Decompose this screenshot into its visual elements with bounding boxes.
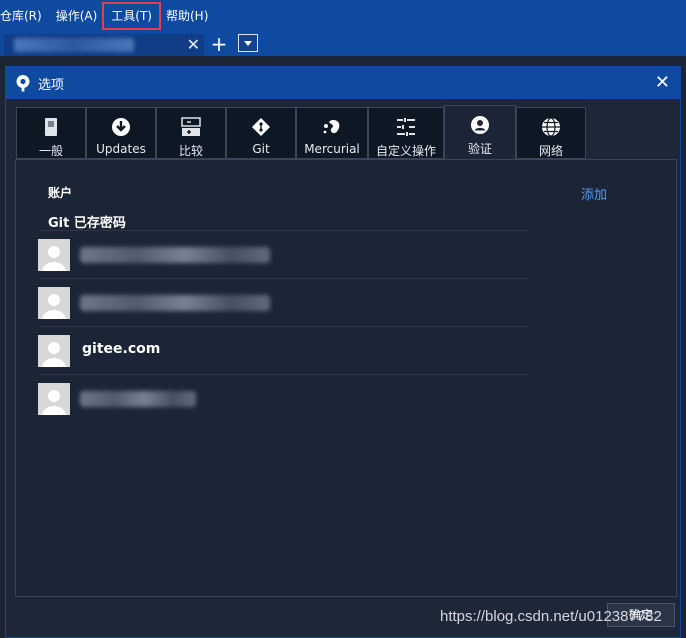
close-tab-icon[interactable]: ✕ (187, 35, 200, 55)
tab-label: Mercurial (304, 142, 360, 156)
sourcetree-logo-icon (14, 74, 32, 92)
tab-network[interactable]: 网络 (516, 107, 586, 159)
menu-tools[interactable]: 工具(T) (102, 2, 161, 30)
new-tab-icon[interactable]: + (208, 32, 230, 56)
add-account-link[interactable]: 添加 (581, 184, 607, 203)
close-icon[interactable]: ✕ (655, 73, 670, 93)
tab-label: 验证 (467, 142, 492, 156)
menu-actions[interactable]: 操作(A) (49, 4, 105, 28)
blurred-credential-name (80, 247, 270, 263)
custom-actions-icon (395, 116, 417, 138)
git-icon (250, 116, 272, 138)
tab-label: 自定义操作 (375, 144, 436, 158)
menu-repository[interactable]: 仓库(R) (0, 4, 49, 28)
dialog-title-bar: 选项 ✕ (6, 67, 680, 99)
avatar (38, 335, 70, 367)
chevron-down-icon (244, 40, 252, 46)
tab-compare[interactable]: 比较 (156, 107, 226, 159)
download-icon (110, 116, 132, 138)
authentication-panel: 账户 添加 Git 已存密码 gitee.com (15, 159, 677, 597)
credential-row[interactable] (38, 278, 530, 327)
tab-general[interactable]: 一般 (16, 107, 86, 159)
globe-icon (540, 116, 562, 138)
switch-icon (40, 116, 62, 138)
git-saved-passwords-heading: Git 已存密码 (48, 216, 126, 231)
menubar: 仓库(R) 操作(A) 工具(T) 帮助(H) (0, 0, 686, 32)
document-tab[interactable]: ✕ (4, 34, 204, 56)
dialog-title: 选项 (38, 77, 65, 93)
accounts-heading: 账户 (48, 186, 73, 200)
credential-name: gitee.com (82, 341, 161, 357)
credential-row[interactable] (38, 374, 530, 423)
compare-icon (180, 116, 202, 138)
credential-row[interactable] (38, 230, 530, 279)
watermark: https://blog.csdn.net/u012387782 (440, 608, 662, 625)
tab-updates[interactable]: Updates (86, 107, 156, 159)
document-tab-strip: ✕ (0, 32, 686, 56)
blurred-tab-title (14, 38, 134, 52)
tab-label: 一般 (38, 144, 63, 158)
tab-mercurial[interactable]: Mercurial (296, 107, 368, 159)
tab-authentication[interactable]: 验证 (444, 105, 516, 159)
options-dialog: 选项 ✕ 一般 Updates 比较 Git Mercurial 自定义操作 验… (5, 66, 681, 638)
tab-label: 网络 (538, 144, 563, 158)
tab-custom-actions[interactable]: 自定义操作 (368, 107, 444, 159)
credential-row[interactable]: gitee.com (38, 326, 530, 375)
blurred-credential-name (80, 295, 270, 311)
avatar (38, 383, 70, 415)
blurred-credential-name (80, 391, 196, 407)
tab-label: Git (252, 142, 270, 156)
tab-git[interactable]: Git (226, 107, 296, 159)
tab-label: Updates (96, 142, 146, 156)
menu-help[interactable]: 帮助(H) (159, 4, 215, 28)
user-icon (469, 114, 491, 136)
avatar (38, 287, 70, 319)
mercurial-icon (321, 116, 343, 138)
avatar (38, 239, 70, 271)
tab-label: 比较 (178, 144, 203, 158)
tab-dropdown-button[interactable] (238, 34, 258, 52)
